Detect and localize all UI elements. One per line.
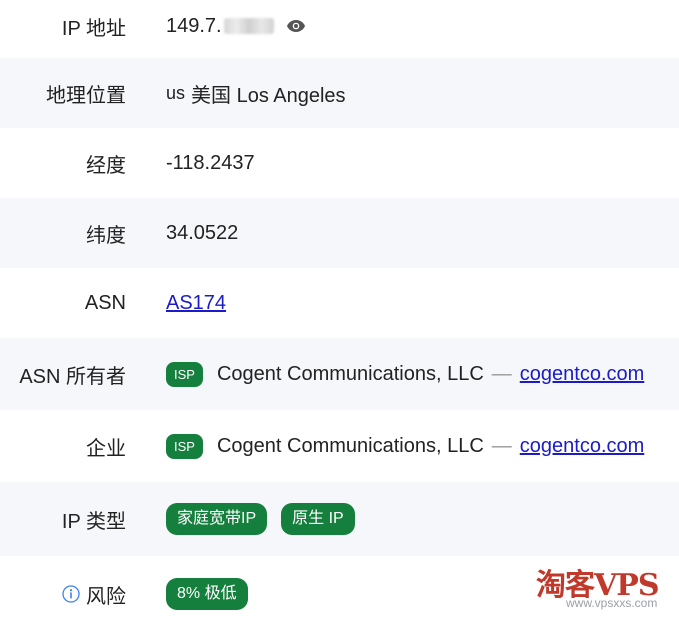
row-asn: ASN AS174 — [0, 268, 679, 338]
ip-type-value-wrap: 家庭宽带IP 原生 IP — [166, 482, 369, 556]
longitude-value: -118.2437 — [166, 151, 255, 174]
separator-dash: — — [491, 362, 512, 385]
company-domain-link[interactable]: cogentco.com — [520, 435, 645, 458]
asn-owner-label: ASN 所有者 — [19, 365, 126, 388]
country-code: us — [166, 82, 186, 103]
row-ip-type: IP 类型 家庭宽带IP 原生 IP — [0, 482, 679, 556]
tag-residential-ip: 家庭宽带IP — [166, 503, 268, 535]
watermark: 淘客VPS www.vpsxxs.com — [536, 560, 676, 612]
company-name: Cogent Communications, LLC — [216, 434, 484, 457]
row-asn-owner: ASN 所有者 ISP Cogent Communications, LLC —… — [0, 338, 679, 410]
location-label: 地理位置 — [46, 84, 126, 107]
asn-owner-value-wrap: ISP Cogent Communications, LLC — cogentc… — [166, 338, 644, 410]
asn-label: ASN — [84, 291, 126, 314]
isp-badge: ISP — [166, 433, 203, 459]
company-value-wrap: ISP Cogent Communications, LLC — cogentc… — [166, 410, 644, 482]
eye-icon[interactable] — [286, 19, 306, 33]
row-longitude: 经度 -118.2437 — [0, 128, 679, 198]
risk-label-wrap: 风险 — [62, 556, 126, 632]
row-ip-address: IP 地址 149.7. — [0, 0, 679, 52]
asn-owner-name: Cogent Communications, LLC — [216, 362, 484, 385]
asn-owner-domain-link[interactable]: cogentco.com — [520, 363, 645, 386]
row-company: 企业 ISP Cogent Communications, LLC — coge… — [0, 410, 679, 482]
asn-value-wrap: AS174 — [166, 268, 226, 338]
ip-info-table: IP 地址 149.7. 地理位置 us 美国 Los Angeles 经度 -… — [0, 0, 679, 632]
separator-dash: — — [491, 434, 512, 457]
info-icon[interactable] — [62, 585, 80, 603]
latitude-label: 纬度 — [86, 224, 126, 247]
row-location: 地理位置 us 美国 Los Angeles — [0, 58, 679, 128]
ip-address-redacted — [223, 18, 274, 34]
isp-badge: ISP — [166, 361, 203, 387]
risk-badge: 8% 极低 — [166, 578, 248, 610]
ip-address-value: 149.7. — [166, 14, 222, 37]
ip-address-value-wrap: 149.7. — [166, 0, 306, 52]
ip-type-label: IP 类型 — [61, 510, 126, 533]
location-value-wrap: us 美国 Los Angeles — [166, 58, 346, 128]
risk-value-wrap: 8% 极低 — [166, 556, 262, 632]
latitude-value: 34.0522 — [166, 221, 239, 244]
tag-native-ip: 原生 IP — [281, 503, 355, 535]
watermark-url: www.vpsxxs.com — [566, 596, 658, 610]
ip-address-label: IP 地址 — [61, 17, 126, 40]
asn-link[interactable]: AS174 — [166, 292, 226, 315]
row-latitude: 纬度 34.0522 — [0, 198, 679, 268]
risk-label: 风险 — [86, 585, 126, 608]
location-value: 美国 Los Angeles — [191, 84, 346, 107]
company-label: 企业 — [86, 437, 126, 460]
longitude-label: 经度 — [86, 154, 126, 177]
